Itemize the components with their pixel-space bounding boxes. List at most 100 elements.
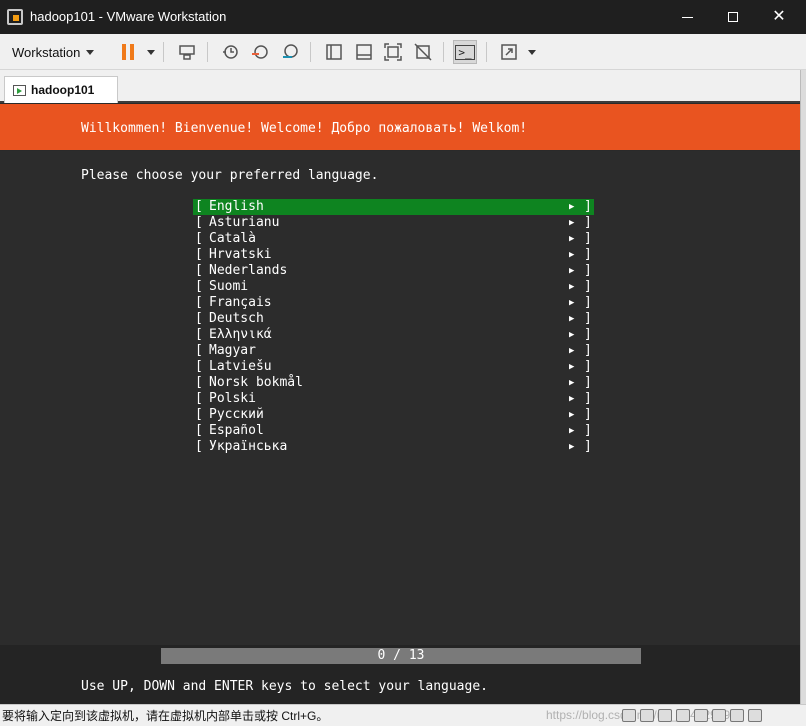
submenu-arrow-icon: ▶ xyxy=(569,314,575,324)
language-name: Latviešu xyxy=(209,359,272,374)
language-name: Norsk bokmål xyxy=(209,375,303,390)
vm-console[interactable]: Willkommen! Bienvenue! Welcome! Добро по… xyxy=(0,103,800,704)
submenu-arrow-icon: ▶ xyxy=(569,218,575,228)
submenu-arrow-icon: ▶ xyxy=(569,202,575,212)
toolbar-divider xyxy=(443,42,444,62)
installer-banner: Willkommen! Bienvenue! Welcome! Добро по… xyxy=(0,104,800,150)
language-option[interactable]: [Deutsch ▶] xyxy=(193,311,594,327)
language-name: Nederlands xyxy=(209,263,288,278)
submenu-arrow-icon: ▶ xyxy=(569,426,575,436)
vm-running-icon xyxy=(13,84,26,96)
hard-disk-icon[interactable] xyxy=(622,709,636,722)
toolbar-divider xyxy=(163,42,164,62)
status-bar: 要将输入定向到该虚拟机，请在虚拟机内部单击或按 Ctrl+G。 https://… xyxy=(0,704,806,726)
bracket-left: [ xyxy=(195,231,203,246)
full-screen-button[interactable] xyxy=(497,40,521,64)
language-option[interactable]: [ Español ▶] xyxy=(193,423,594,439)
bracket-right: ] xyxy=(584,231,592,246)
bracket-right: ] xyxy=(584,407,592,422)
fit-guest-icon xyxy=(384,43,402,61)
language-option[interactable]: [ Hrvatski ▶] xyxy=(193,247,594,263)
submenu-arrow-icon: ▶ xyxy=(569,362,575,372)
language-name: English xyxy=(209,199,264,214)
submenu-arrow-icon: ▶ xyxy=(569,442,575,452)
language-option[interactable]: [Latviešu ▶] xyxy=(193,359,594,375)
toolbar-divider xyxy=(310,42,311,62)
language-option[interactable]: [Nederlands ▶] xyxy=(193,263,594,279)
language-option[interactable]: [Asturianu ▶] xyxy=(193,215,594,231)
language-name: Català xyxy=(209,231,256,246)
display-icon[interactable] xyxy=(712,709,726,722)
minimize-button[interactable] xyxy=(664,0,710,34)
revert-snapshot-button[interactable] xyxy=(248,40,272,64)
bracket-left: [ xyxy=(195,199,203,214)
sound-icon[interactable] xyxy=(694,709,708,722)
language-option[interactable]: [Ελληνικά ▶] xyxy=(193,327,594,343)
pause-icon xyxy=(122,44,134,60)
language-name: Español xyxy=(209,423,264,438)
language-option[interactable]: [Norsk bokmål ▶] xyxy=(193,375,594,391)
submenu-arrow-icon: ▶ xyxy=(569,250,575,260)
snapshot-manager-button[interactable] xyxy=(278,40,302,64)
language-option[interactable]: [Magyar ▶] xyxy=(193,343,594,359)
full-screen-menu-button[interactable] xyxy=(523,40,536,64)
submenu-arrow-icon: ▶ xyxy=(569,282,575,292)
bracket-left: [ xyxy=(195,279,203,294)
console-view-button[interactable]: >_ xyxy=(453,40,477,64)
bracket-left: [ xyxy=(195,439,203,454)
language-option[interactable]: [Українська ▶] xyxy=(193,439,594,455)
language-name: Français xyxy=(209,295,272,310)
power-menu-button[interactable] xyxy=(141,40,155,64)
language-option[interactable]: [Русский ▶] xyxy=(193,407,594,423)
snapshot-button[interactable] xyxy=(218,40,242,64)
bracket-left: [ xyxy=(195,311,203,326)
language-name: Русский xyxy=(209,407,264,422)
unity-button[interactable] xyxy=(411,40,435,64)
close-button[interactable]: ✕ xyxy=(756,0,802,34)
bracket-right: ] xyxy=(584,311,592,326)
language-option[interactable]: [Polski ▶] xyxy=(193,391,594,407)
pause-button[interactable] xyxy=(116,40,140,64)
printer-icon[interactable] xyxy=(730,709,744,722)
bracket-right: ] xyxy=(584,327,592,342)
language-option[interactable]: [Français ▶] xyxy=(193,295,594,311)
chevron-down-icon xyxy=(528,49,536,55)
workstation-menu-button[interactable]: Workstation xyxy=(6,40,102,64)
bracket-right: ] xyxy=(584,247,592,262)
fit-guest-button[interactable] xyxy=(381,40,405,64)
window-title: hadoop101 - VMware Workstation xyxy=(30,9,227,24)
title-bar: hadoop101 - VMware Workstation ✕ xyxy=(0,0,806,34)
send-ctrl-alt-del-button[interactable] xyxy=(175,40,199,64)
language-list: [English ▶] [Asturianu ▶] [Català ▶] [Hrvatski… xyxy=(193,199,594,455)
usb-icon[interactable] xyxy=(676,709,690,722)
status-message: 要将输入定向到该虚拟机，请在虚拟机内部单击或按 Ctrl+G。 xyxy=(2,709,329,723)
language-option[interactable]: [Suomi ▶] xyxy=(193,279,594,295)
library-view-icon xyxy=(326,44,342,60)
close-icon: ✕ xyxy=(772,8,786,25)
bracket-left: [ xyxy=(195,247,203,262)
language-option[interactable]: [Català ▶] xyxy=(193,231,594,247)
bracket-right: ] xyxy=(584,423,592,438)
submenu-arrow-icon: ▶ xyxy=(569,410,575,420)
bracket-right: ] xyxy=(584,199,592,214)
network-icon[interactable] xyxy=(658,709,672,722)
bracket-left: [ xyxy=(195,215,203,230)
minimize-icon xyxy=(682,17,693,18)
bracket-right: ] xyxy=(584,295,592,310)
language-name: Українська xyxy=(209,439,288,454)
bracket-left: [ xyxy=(195,423,203,438)
maximize-button[interactable] xyxy=(710,0,756,34)
thumbnail-view-button[interactable] xyxy=(352,40,376,64)
bracket-left: [ xyxy=(195,391,203,406)
language-name: Hrvatski xyxy=(209,247,272,262)
chevron-down-icon xyxy=(86,49,95,55)
tab-hadoop101[interactable]: hadoop101 xyxy=(4,76,118,103)
unity-icon xyxy=(414,43,432,61)
language-option[interactable]: [ English ▶] xyxy=(193,199,594,215)
library-view-button[interactable] xyxy=(322,40,346,64)
message-icon[interactable] xyxy=(748,709,762,722)
submenu-arrow-icon: ▶ xyxy=(569,266,575,276)
send-ctrl-alt-del-icon xyxy=(179,45,195,60)
language-name: Ελληνικά xyxy=(209,327,272,342)
cd-drive-icon[interactable] xyxy=(640,709,654,722)
